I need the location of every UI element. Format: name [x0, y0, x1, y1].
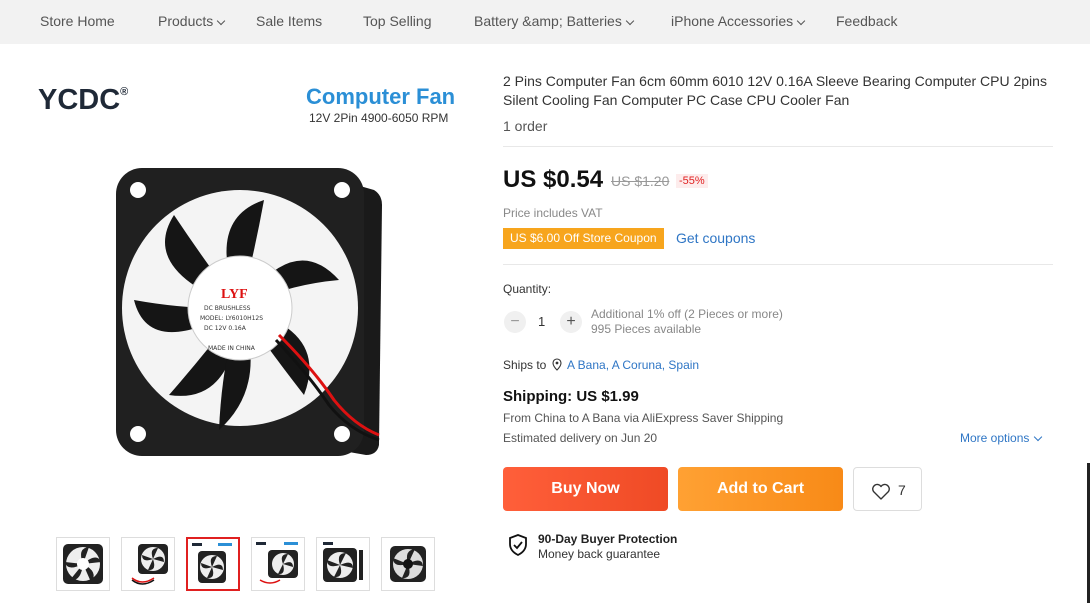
- product-main-image[interactable]: LYF DC BRUSHLESS MODEL: LY6010H12S DC 12…: [104, 160, 394, 460]
- store-coupon-badge: US $6.00 Off Store Coupon: [503, 228, 664, 249]
- order-count: 1 order: [503, 118, 548, 134]
- ships-to-label: Ships to: [503, 358, 547, 372]
- thumbnail[interactable]: [251, 537, 305, 591]
- quantity-label: Quantity:: [503, 282, 552, 296]
- quantity-value[interactable]: 1: [538, 314, 545, 329]
- nav-products[interactable]: Products: [158, 13, 226, 29]
- store-nav-bar: Store Home Products Sale Items Top Selli…: [0, 0, 1090, 44]
- chevron-down-icon: [1034, 432, 1043, 442]
- divider: [503, 146, 1053, 147]
- estimated-delivery: Estimated delivery on Jun 20: [503, 431, 658, 445]
- shipping-cost: Shipping: US $1.99: [503, 388, 639, 405]
- image-banner-title: Computer Fan: [306, 84, 456, 109]
- thumbnail[interactable]: [381, 537, 435, 591]
- location-pin-icon: [552, 358, 562, 371]
- ships-to-destination-link[interactable]: A Bana, A Coruna, Spain: [567, 358, 699, 372]
- buyer-protection-subtitle: Money back guarantee: [538, 547, 661, 561]
- fan-label-line2: MODEL: LY6010H12S: [200, 315, 263, 322]
- fan-label-brand: LYF: [221, 287, 248, 302]
- nav-top-selling[interactable]: Top Selling: [363, 13, 432, 29]
- fan-label-line4: MADE IN CHINA: [208, 345, 256, 352]
- fan-label-line3: DC 12V 0.16A: [204, 325, 247, 332]
- shipping-method: From China to A Bana via AliExpress Save…: [503, 411, 784, 425]
- quantity-note: Additional 1% off (2 Pieces or more) 995 …: [591, 307, 783, 336]
- nav-store-home[interactable]: Store Home: [40, 13, 115, 29]
- wishlist-count: 7: [898, 482, 906, 498]
- shield-check-icon: [509, 534, 527, 556]
- quantity-decrease-button[interactable]: −: [504, 311, 526, 333]
- quantity-increase-button[interactable]: +: [560, 311, 582, 333]
- heart-icon: [872, 483, 890, 500]
- get-coupons-link[interactable]: Get coupons: [676, 230, 755, 246]
- buy-now-button[interactable]: Buy Now: [503, 467, 668, 511]
- image-banner-subtitle: 12V 2Pin 4900-6050 RPM: [309, 111, 449, 125]
- product-title: 2 Pins Computer Fan 6cm 60mm 6010 12V 0.…: [503, 73, 1047, 108]
- buyer-protection-title: 90-Day Buyer Protection: [538, 532, 678, 546]
- fan-label-line1: DC BRUSHLESS: [204, 305, 251, 312]
- chevron-down-icon: [625, 16, 635, 26]
- thumbnail-active[interactable]: [186, 537, 240, 591]
- wishlist-button[interactable]: 7: [853, 467, 922, 511]
- add-to-cart-button[interactable]: Add to Cart: [678, 467, 843, 511]
- thumbnail[interactable]: [56, 537, 110, 591]
- nav-sale-items[interactable]: Sale Items: [256, 13, 322, 29]
- nav-iphone-accessories[interactable]: iPhone Accessories: [671, 13, 806, 29]
- divider: [503, 264, 1053, 265]
- chevron-down-icon: [217, 16, 226, 26]
- vat-note: Price includes VAT: [503, 206, 603, 220]
- more-shipping-options-link[interactable]: More options: [960, 431, 1043, 445]
- original-price: US $1.20: [611, 173, 670, 189]
- thumbnail[interactable]: [316, 537, 370, 591]
- thumbnail[interactable]: [121, 537, 175, 591]
- discount-badge: -55%: [676, 174, 708, 188]
- nav-battery[interactable]: Battery &amp; Batteries: [474, 13, 635, 29]
- brand-logo: YCDC®: [38, 84, 129, 116]
- nav-feedback[interactable]: Feedback: [836, 13, 897, 29]
- chevron-down-icon: [796, 16, 806, 26]
- current-price: US $0.54: [503, 166, 604, 193]
